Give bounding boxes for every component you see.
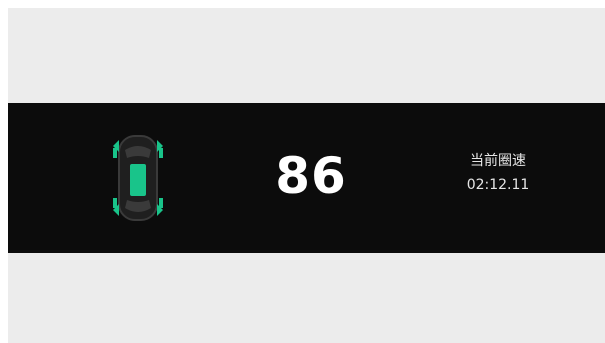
hud-strip: 86 当前圈速 02:12.11 xyxy=(8,103,605,253)
lap-time-value: 02:12.11 xyxy=(466,177,530,193)
lap-time-panel: 当前圈速 02:12.11 xyxy=(448,151,548,195)
car-top-view-icon xyxy=(103,128,173,228)
lap-time-label: 当前圈速 xyxy=(470,153,526,169)
display-screen: 86 当前圈速 02:12.11 xyxy=(8,8,605,343)
speed-readout: 86 xyxy=(275,147,347,205)
